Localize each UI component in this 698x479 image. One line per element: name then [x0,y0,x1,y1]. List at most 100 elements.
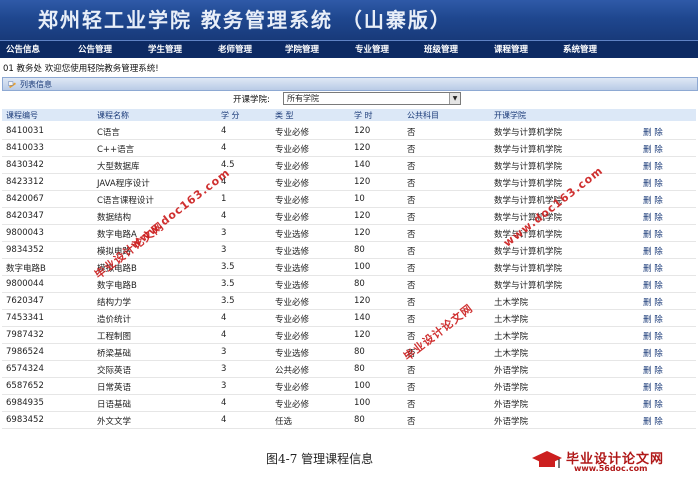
table-row: 7866532机械制图6专业必修120否机械学院删 除 [2,429,696,430]
cell-type: 公共必修 [275,366,310,376]
cell-college: 外语学院 [494,366,529,376]
cell-public-course: 否 [407,315,416,325]
cell-hours: 120 [354,143,371,153]
cell-credits: 4 [221,313,227,323]
cell-credits: 3 [221,381,227,391]
cell-course-code: 数字电路B [6,264,46,274]
table-header: 课程编号 课程名称 学 分 类 型 学 时 公共科目 开课学院 [2,109,696,121]
delete-button[interactable]: 删 除 [643,313,663,325]
col-course-code: 课程编号 [6,111,38,120]
cell-college: 数学与计算机学院 [494,281,563,291]
pencil-icon [8,81,16,88]
cell-course-code: 6587652 [6,381,44,391]
cell-college: 外语学院 [494,383,529,393]
cell-college: 土木学院 [494,298,529,308]
cell-course-code: 6983452 [6,415,44,425]
top-nav: 公告信息 公告管理 学生管理 老师管理 学院管理 专业管理 班级管理 课程管理 … [0,40,698,58]
cell-course-name: JAVA程序设计 [97,179,150,189]
nav-system-admin[interactable]: 系统管理 [563,43,597,55]
cell-hours: 140 [354,160,371,170]
cell-college: 土木学院 [494,315,529,325]
cell-credits: 4 [221,415,227,425]
college-filter-select[interactable]: 所有学院 ▼ [283,92,461,105]
figure-caption: 图4-7 管理课程信息 [266,452,374,466]
nav-major-admin[interactable]: 专业管理 [355,43,389,55]
cell-public-course: 否 [407,213,416,223]
cell-type: 专业选修 [275,230,310,240]
app-screen: 郑州轻工业学院 教务管理系统 （山寨版） 公告信息 公告管理 学生管理 老师管理… [0,0,698,430]
table-row: 7453341 造价统计 4 专业必修 140 否 土木学院 删 除 [2,310,696,327]
cell-course-name: 结构力学 [97,298,132,308]
delete-button[interactable]: 删 除 [643,415,663,427]
nav-teacher-admin[interactable]: 老师管理 [218,43,252,55]
chevron-down-icon[interactable]: ▼ [449,93,460,104]
cell-type: 专业选修 [275,247,310,257]
cell-public-course: 否 [407,179,416,189]
cell-course-name: 外文文学 [97,417,132,427]
delete-button[interactable]: 删 除 [643,143,663,155]
cell-college: 数学与计算机学院 [494,145,563,155]
delete-button[interactable]: 删 除 [643,347,663,359]
nav-announcement-admin[interactable]: 公告管理 [78,43,112,55]
cell-type: 专业必修 [275,315,310,325]
cell-college: 数学与计算机学院 [494,162,563,172]
app-banner: 郑州轻工业学院 教务管理系统 （山寨版） [0,0,698,40]
nav-course-admin[interactable]: 课程管理 [494,43,528,55]
cell-public-course: 否 [407,366,416,376]
delete-button[interactable]: 删 除 [643,211,663,223]
cell-public-course: 否 [407,298,416,308]
cell-college: 土木学院 [494,349,529,359]
nav-student-admin[interactable]: 学生管理 [148,43,182,55]
cell-course-code: 8430342 [6,160,44,170]
cell-hours: 80 [354,245,365,255]
cell-type: 专业必修 [275,400,310,410]
delete-button[interactable]: 删 除 [643,194,663,206]
cell-credits: 3 [221,364,227,374]
cell-hours: 140 [354,313,371,323]
cell-public-course: 否 [407,162,416,172]
nav-class-admin[interactable]: 班级管理 [424,43,458,55]
cell-credits: 4 [221,211,227,221]
college-filter-value: 所有学院 [287,94,319,103]
cell-hours: 120 [354,228,371,238]
cell-college: 数学与计算机学院 [494,247,563,257]
table-row: 6983452 外文文学 4 任选 80 否 外语学院 删 除 [2,412,696,429]
delete-button[interactable]: 删 除 [643,177,663,189]
cell-hours: 80 [354,415,365,425]
delete-button[interactable]: 删 除 [643,296,663,308]
delete-button[interactable]: 删 除 [643,245,663,257]
cell-course-name: 日语基础 [97,400,132,410]
section-header: 列表信息 [2,77,698,91]
cell-public-course: 否 [407,400,416,410]
delete-button[interactable]: 删 除 [643,279,663,291]
table-row: 7986524 桥梁基础 3 专业选修 80 否土木学院删 除 [2,344,696,361]
delete-button[interactable]: 删 除 [643,126,663,138]
cell-public-course: 否 [407,230,416,240]
cell-type: 专业选修 [275,281,310,291]
welcome-message: 01 教务处 欢迎您使用轻院教务管理系统! [3,64,159,74]
cell-college: 数学与计算机学院 [494,128,563,138]
cell-hours: 80 [354,364,365,374]
col-course-name: 课程名称 [97,111,129,120]
cell-college: 外语学院 [494,400,529,410]
cell-type: 专业必修 [275,145,310,155]
cell-course-name: 工程制图 [97,332,132,342]
delete-button[interactable]: 删 除 [643,228,663,240]
app-title: 郑州轻工业学院 教务管理系统 （山寨版） [38,8,452,32]
delete-button[interactable]: 删 除 [643,262,663,274]
delete-button[interactable]: 删 除 [643,160,663,172]
table-row: 9800044 数字电路B 3.5 专业选修 80 否 数学与计算机学院 删 除 [2,276,696,293]
col-college: 开课学院 [494,111,526,120]
delete-button[interactable]: 删 除 [643,398,663,410]
cell-course-code: 9800044 [6,279,44,289]
cell-college: 数学与计算机学院 [494,264,563,274]
delete-button[interactable]: 删 除 [643,330,663,342]
nav-announcements[interactable]: 公告信息 [6,43,40,55]
cell-course-name: 造价统计 [97,315,132,325]
delete-button[interactable]: 删 除 [643,381,663,393]
nav-college-admin[interactable]: 学院管理 [285,43,319,55]
cell-hours: 120 [354,211,371,221]
delete-button[interactable]: 删 除 [643,364,663,376]
table-row: 6984935 日语基础 4 专业必修 100 否 外语学院 删 除 [2,395,696,412]
table-row: 9800043 数字电路A 3 专业选修 120 否数学与计算机学院删 除 [2,225,696,242]
